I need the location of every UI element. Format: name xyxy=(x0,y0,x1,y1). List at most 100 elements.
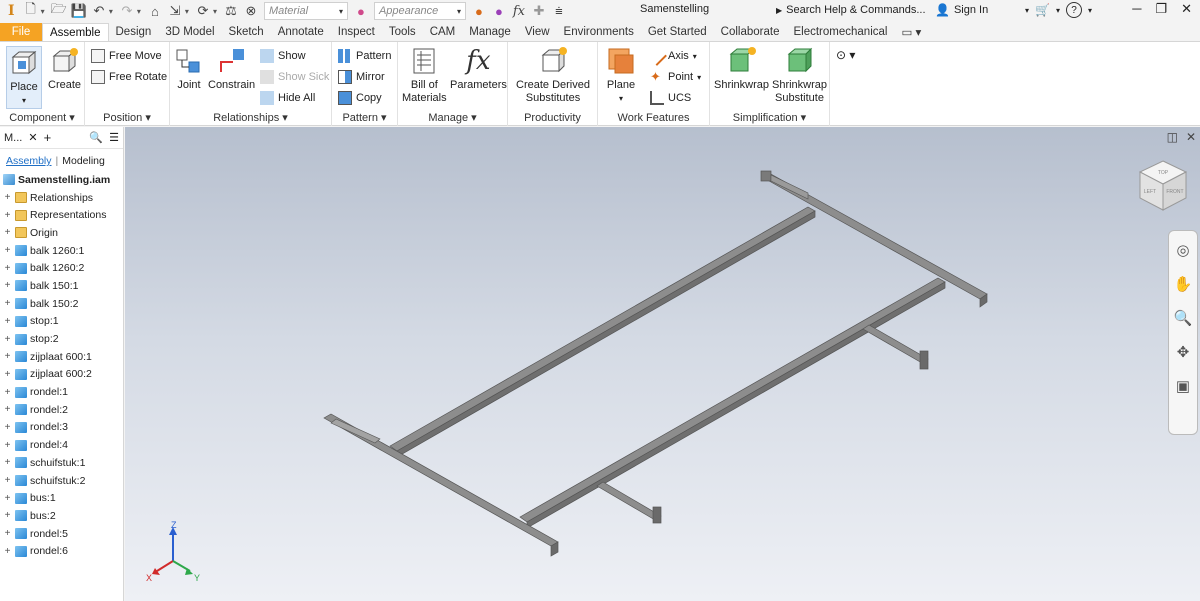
tree-item[interactable]: + rondel:4 xyxy=(3,436,123,454)
tree-item[interactable]: + Origin xyxy=(3,224,123,242)
menu-icon[interactable]: ☰ xyxy=(109,131,119,144)
viewcube-top-face[interactable]: TOP xyxy=(1158,170,1169,176)
position-panel-label[interactable]: Position ▾ xyxy=(85,111,169,124)
stub-beam-rear[interactable] xyxy=(862,324,929,370)
tree-item[interactable]: + stop:2 xyxy=(3,330,123,348)
assembly-mode-link[interactable]: Assembly xyxy=(6,155,52,167)
redo-icon[interactable]: ↷ xyxy=(119,2,135,20)
update-dropdown-icon[interactable]: ▾ xyxy=(213,7,217,16)
minimize-icon[interactable]: ─ xyxy=(1132,1,1141,17)
tree-item[interactable]: + balk 150:2 xyxy=(3,295,123,313)
free-move-button[interactable]: Free Move xyxy=(91,47,162,65)
tab-3d-model[interactable]: 3D Model xyxy=(158,23,221,41)
app-logo[interactable]: I xyxy=(8,3,15,19)
tab-sketch[interactable]: Sketch xyxy=(222,23,271,41)
customize-icon[interactable]: ⩧ xyxy=(551,2,567,20)
tree-root[interactable]: Samenstelling.iam xyxy=(3,171,123,189)
tree-item[interactable]: + rondel:6 xyxy=(3,542,123,560)
sign-in-button[interactable]: 👤 Sign In xyxy=(935,3,988,17)
tree-item[interactable]: + zijplaat 600:2 xyxy=(3,366,123,384)
tree-item[interactable]: + bus:1 xyxy=(3,489,123,507)
tree-item[interactable]: + rondel:1 xyxy=(3,383,123,401)
appearance-select[interactable]: Appearance ▾ xyxy=(373,2,466,20)
cart-icon[interactable]: 🛒 xyxy=(1035,3,1050,17)
shrinkwrap-substitute-button[interactable]: Shrinkwrap Substitute xyxy=(772,46,827,105)
restore-icon[interactable]: ❐ xyxy=(1155,1,1167,17)
expand-icon[interactable]: + xyxy=(3,210,12,221)
home-icon[interactable]: ⌂ xyxy=(147,2,163,20)
free-rotate-button[interactable]: Free Rotate xyxy=(91,68,167,86)
steering-wheel-icon[interactable]: ◎ xyxy=(1176,241,1189,259)
tab-cam[interactable]: CAM xyxy=(423,23,463,41)
expand-icon[interactable]: + xyxy=(3,493,12,504)
browser-tab-title[interactable]: M... xyxy=(4,132,22,144)
chevron-down-icon[interactable]: ▾ xyxy=(1056,6,1060,15)
relationships-panel-label[interactable]: Relationships ▾ xyxy=(170,111,331,124)
help-search-input[interactable]: ▶ Search Help & Commands... xyxy=(770,1,928,19)
modeling-mode-link[interactable]: Modeling xyxy=(62,155,105,167)
expand-icon[interactable]: + xyxy=(3,475,12,486)
new-dropdown-icon[interactable]: ▾ xyxy=(41,7,45,16)
tree-item[interactable]: + rondel:2 xyxy=(3,401,123,419)
tree-item[interactable]: + rondel:5 xyxy=(3,525,123,543)
tab-manage[interactable]: Manage xyxy=(462,23,518,41)
create-derived-substitutes-button[interactable]: Create Derived Substitutes xyxy=(516,46,590,105)
open-icon[interactable]: 🗁 xyxy=(51,1,67,20)
tree-item[interactable]: + balk 1260:1 xyxy=(3,242,123,260)
tree-item[interactable]: + schuifstuk:2 xyxy=(3,472,123,490)
save-icon[interactable]: 💾 xyxy=(71,2,87,20)
plus-icon[interactable]: ✚ xyxy=(531,2,547,20)
chevron-down-icon[interactable]: ▾ xyxy=(1088,6,1092,15)
tree-item[interactable]: + stop:1 xyxy=(3,313,123,331)
expand-icon[interactable]: + xyxy=(3,280,12,291)
point-button[interactable]: ✦ Point ▾ xyxy=(650,68,701,86)
select-icon[interactable]: ⇲ xyxy=(167,2,183,20)
orbit-icon[interactable]: ✥ xyxy=(1177,343,1190,361)
stub-beam-front[interactable] xyxy=(596,481,662,524)
parameters-button[interactable]: fx Parameters xyxy=(450,46,507,92)
ucs-button[interactable]: UCS xyxy=(650,89,691,107)
copy-button[interactable]: Copy xyxy=(338,89,382,107)
tab-tools[interactable]: Tools xyxy=(382,23,423,41)
tree-item[interactable]: + rondel:3 xyxy=(3,419,123,437)
close-icon[interactable]: ✕ xyxy=(28,131,37,144)
adjust-appearance-icon[interactable]: ● xyxy=(471,2,487,20)
mirror-button[interactable]: Mirror xyxy=(338,68,385,86)
expand-icon[interactable]: + xyxy=(3,369,12,380)
viewcube-front-face[interactable]: FRONT xyxy=(1166,189,1183,195)
search-icon[interactable]: 🔍 xyxy=(89,131,103,144)
close-icon[interactable]: ✕ xyxy=(1181,1,1192,17)
tab-design[interactable]: Design xyxy=(109,23,159,41)
pattern-panel-label[interactable]: Pattern ▾ xyxy=(332,111,397,124)
undo-dropdown-icon[interactable]: ▾ xyxy=(109,7,113,16)
expand-icon[interactable]: + xyxy=(3,298,12,309)
tab-collaborate[interactable]: Collaborate xyxy=(714,23,787,41)
tree-item[interactable]: + Relationships xyxy=(3,189,123,207)
graphics-viewport[interactable]: ◫ ✕ TOP LEFT FRONT ◎ ✋ 🔍 ✥ ▣ Z X Y xyxy=(125,127,1200,601)
create-button[interactable]: Create xyxy=(48,46,81,92)
long-beam-top[interactable] xyxy=(389,206,816,458)
expand-icon[interactable]: + xyxy=(3,457,12,468)
component-panel-label[interactable]: Component ▾ xyxy=(0,111,84,124)
expand-icon[interactable]: + xyxy=(3,510,12,521)
tree-item[interactable]: + zijplaat 600:1 xyxy=(3,348,123,366)
update-icon[interactable]: ⟳ xyxy=(195,2,211,20)
expand-icon[interactable]: + xyxy=(3,245,12,256)
tree-item[interactable]: + Representations xyxy=(3,206,123,224)
select-dropdown-icon[interactable]: ▾ xyxy=(185,7,189,16)
fx-icon[interactable]: fx xyxy=(511,2,527,20)
viewcube-side-face[interactable]: LEFT xyxy=(1144,189,1156,195)
expand-icon[interactable]: + xyxy=(3,227,12,238)
expand-icon[interactable]: + xyxy=(3,263,12,274)
tree-item[interactable]: + balk 1260:2 xyxy=(3,259,123,277)
material-select[interactable]: Material ▾ xyxy=(263,2,348,20)
place-button[interactable]: Place ▾ xyxy=(6,46,42,109)
redo-dropdown-icon[interactable]: ▾ xyxy=(137,7,141,16)
tab-annotate[interactable]: Annotate xyxy=(271,23,331,41)
expand-icon[interactable]: + xyxy=(3,334,12,345)
zoom-icon[interactable]: 🔍 xyxy=(1174,309,1193,327)
tab-inspect[interactable]: Inspect xyxy=(331,23,382,41)
expand-icon[interactable]: + xyxy=(3,316,12,327)
tree-item[interactable]: + balk 150:1 xyxy=(3,277,123,295)
expand-icon[interactable]: + xyxy=(3,422,12,433)
